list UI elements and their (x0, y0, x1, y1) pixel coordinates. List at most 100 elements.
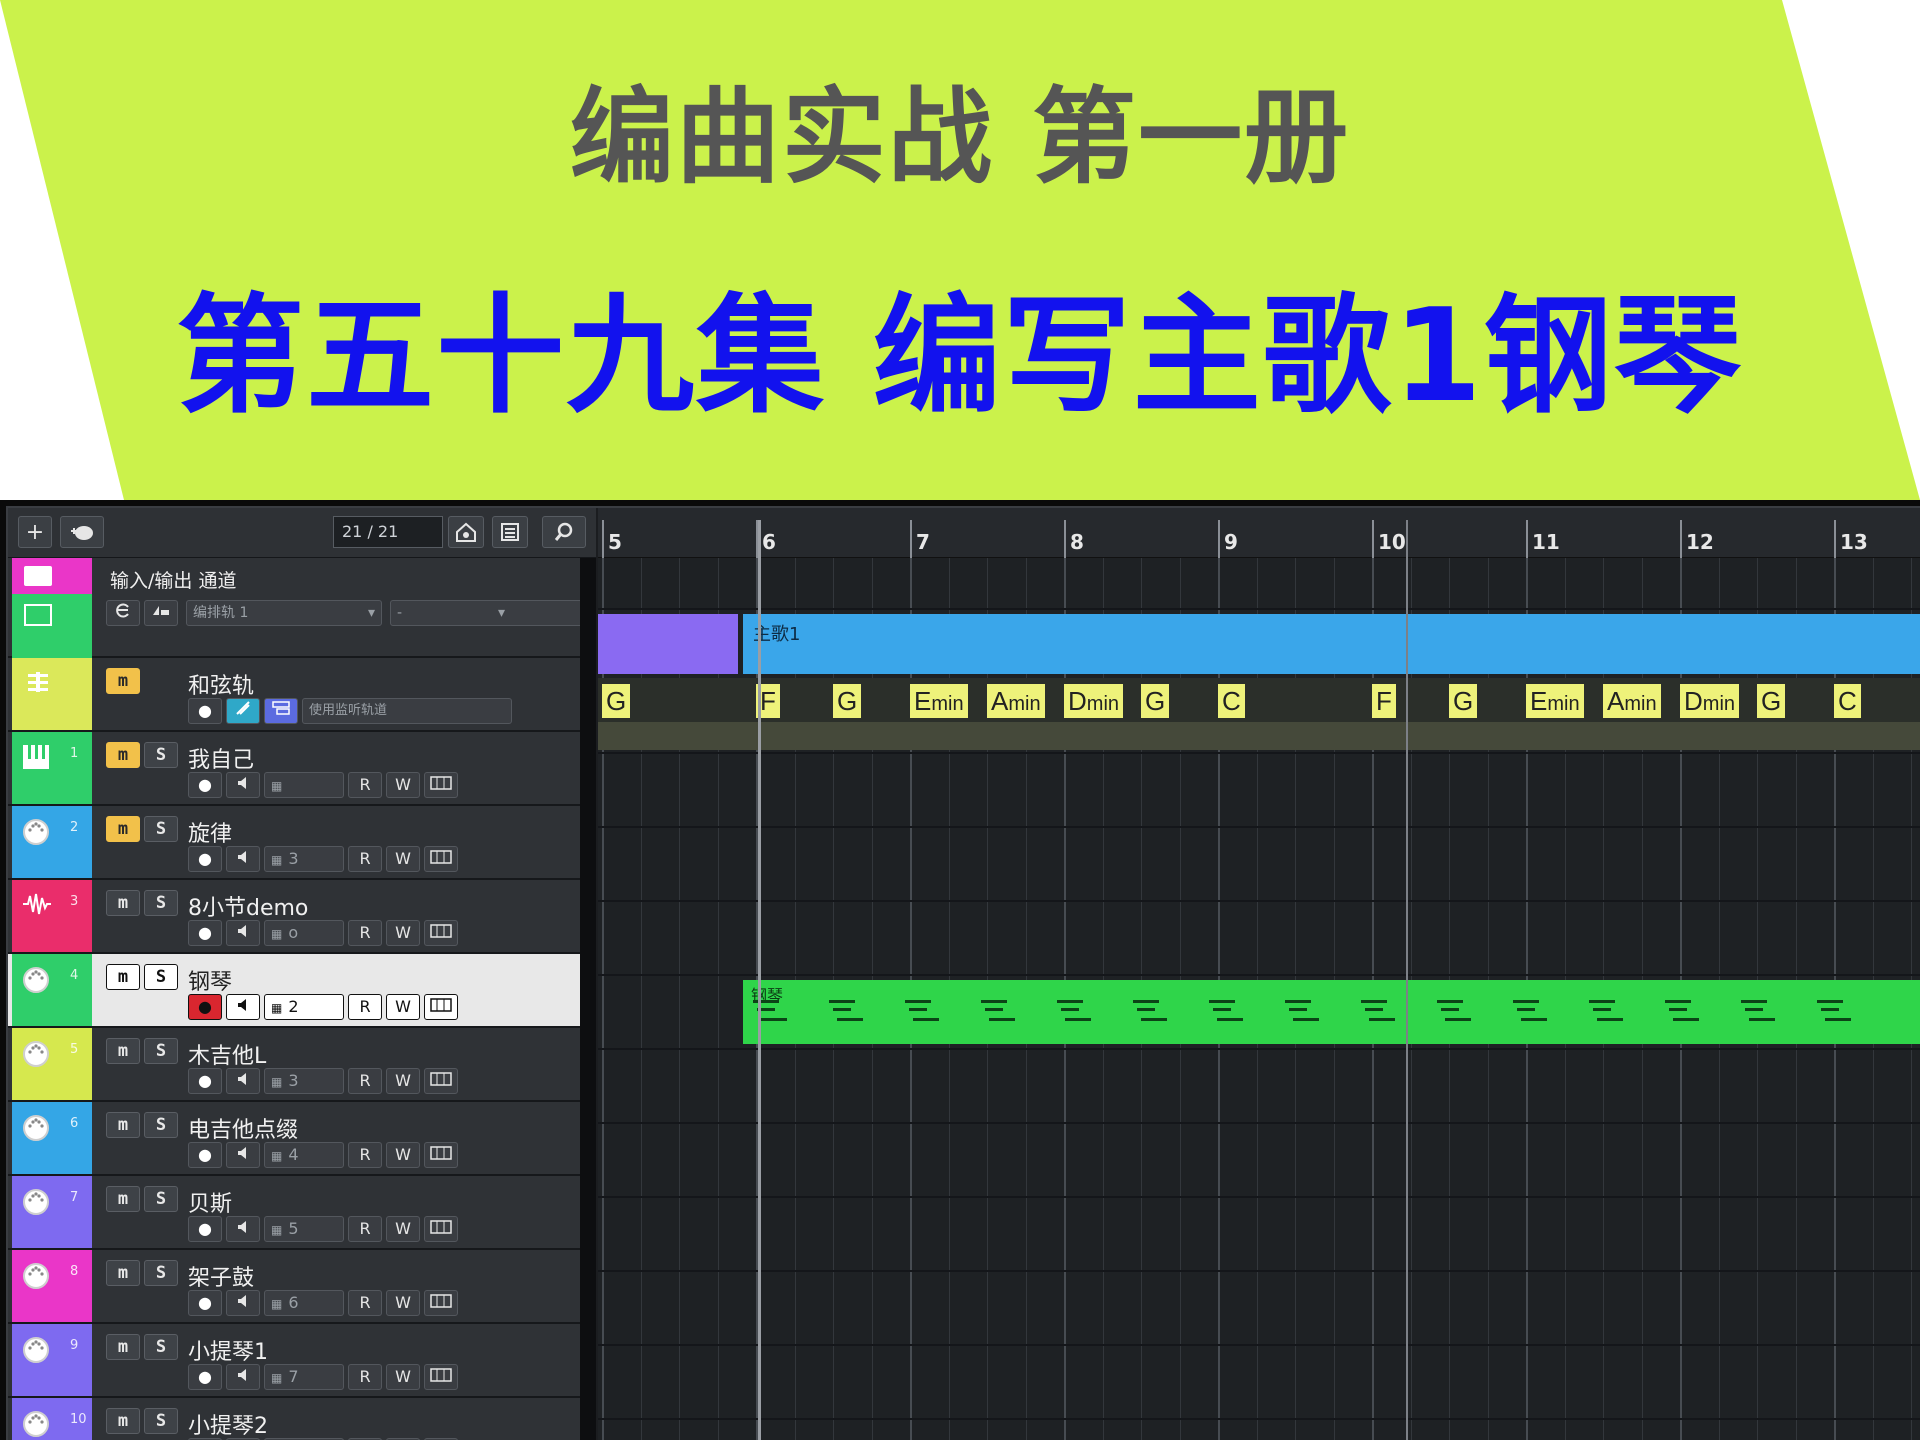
input-select[interactable]: 编排轨 1 ▾ (186, 600, 382, 626)
read-automation-button[interactable]: R (348, 1068, 382, 1094)
write-automation-button[interactable]: W (386, 920, 420, 946)
editor-button[interactable] (424, 772, 458, 798)
voicing-button[interactable] (226, 698, 260, 724)
monitor-button[interactable] (226, 1068, 260, 1094)
search-button[interactable] (542, 516, 586, 548)
mute-button[interactable]: m (106, 1260, 140, 1286)
channel-select[interactable]: ▦ (264, 772, 344, 798)
write-automation-button[interactable]: W (386, 772, 420, 798)
record-enable-button[interactable]: ● (188, 698, 222, 724)
write-automation-button[interactable]: W (386, 1290, 420, 1316)
solo-button[interactable]: S (144, 1186, 178, 1212)
channel-select[interactable]: ▦ 3 (264, 846, 344, 872)
mute-button[interactable]: m (106, 1334, 140, 1360)
chord-event[interactable]: G (602, 684, 631, 718)
monitor-button[interactable] (226, 920, 260, 946)
solo-button[interactable]: S (144, 742, 178, 768)
write-automation-button[interactable]: W (386, 994, 420, 1020)
chord-event[interactable]: G (1757, 684, 1786, 718)
piano-midi-part[interactable]: 钢琴 (743, 980, 1920, 1044)
solo-button[interactable]: S (144, 1334, 178, 1360)
record-enable-button[interactable]: ● (188, 920, 222, 946)
monitor-button[interactable] (226, 846, 260, 872)
write-automation-button[interactable]: W (386, 1068, 420, 1094)
mute-button[interactable]: m (106, 742, 140, 768)
chord-event[interactable]: Dmin (1064, 684, 1124, 718)
read-automation-button[interactable]: R (348, 1216, 382, 1242)
chord-event[interactable]: Emin (910, 684, 968, 718)
chord-event[interactable]: Emin (1526, 684, 1584, 718)
record-enable-button[interactable]: ● (188, 994, 222, 1020)
channel-select[interactable]: ▦ 5 (264, 1216, 344, 1242)
read-automation-button[interactable]: R (348, 846, 382, 872)
write-automation-button[interactable]: W (386, 1216, 420, 1242)
channel-select[interactable]: ▦ o (264, 920, 344, 946)
mute-button[interactable]: m (106, 1186, 140, 1212)
chord-event[interactable]: F (1372, 684, 1396, 718)
editor-button[interactable] (424, 846, 458, 872)
read-automation-button[interactable]: R (348, 1142, 382, 1168)
io-routing-button[interactable] (144, 600, 178, 626)
io-channels-folder-track[interactable]: 输入/输出 通道 编排轨 1 ▾ - ▾ (8, 558, 596, 658)
verse-arranger-event[interactable]: 主歌1 (743, 614, 1920, 674)
io-edit-button[interactable] (106, 600, 140, 626)
monitor-button[interactable] (226, 772, 260, 798)
track-row[interactable]: 2 m S 旋律 ● ▦ 3 R W (8, 806, 596, 880)
monitor-button[interactable] (226, 1216, 260, 1242)
track-row[interactable]: 6 m S 电吉他点缀 ● ▦ 4 R W (8, 1102, 596, 1176)
track-row[interactable]: 3 m S 8小节demo ● ▦ o R W (8, 880, 596, 954)
project-cursor[interactable] (758, 520, 761, 1440)
read-automation-button[interactable]: R (348, 1290, 382, 1316)
add-track-button[interactable]: + (18, 516, 52, 548)
track-row[interactable]: 9 m S 小提琴1 ● ▦ 7 R W (8, 1324, 596, 1398)
read-automation-button[interactable]: R (348, 1364, 382, 1390)
record-enable-button[interactable]: ● (188, 1068, 222, 1094)
track-row[interactable]: 5 m S 木吉他L ● ▦ 3 R W (8, 1028, 596, 1102)
channel-select[interactable]: ▦ 6 (264, 1290, 344, 1316)
track-list-scrollbar[interactable] (580, 558, 596, 1440)
mute-button[interactable]: m (106, 1038, 140, 1064)
write-automation-button[interactable]: W (386, 1142, 420, 1168)
solo-button[interactable]: S (144, 1038, 178, 1064)
chord-assistant-button[interactable] (264, 698, 298, 724)
record-enable-button[interactable]: ● (188, 1290, 222, 1316)
mute-button[interactable]: m (106, 890, 140, 916)
editor-button[interactable] (424, 994, 458, 1020)
write-automation-button[interactable]: W (386, 846, 420, 872)
mute-button[interactable]: m (106, 1112, 140, 1138)
channel-select[interactable]: ▦ 4 (264, 1142, 344, 1168)
track-row[interactable]: 8 m S 架子鼓 ● ▦ 6 R W (8, 1250, 596, 1324)
monitor-button[interactable] (226, 994, 260, 1020)
track-list-menu-button[interactable] (492, 516, 528, 548)
chord-event[interactable]: G (1141, 684, 1170, 718)
visibility-agents-button[interactable] (448, 516, 484, 548)
chord-event[interactable]: C (1218, 684, 1245, 718)
mute-button[interactable]: m (106, 964, 140, 990)
chord-event[interactable]: G (1449, 684, 1478, 718)
solo-button[interactable]: S (144, 964, 178, 990)
channel-select[interactable]: ▦ 2 (264, 994, 344, 1020)
write-automation-button[interactable]: W (386, 1364, 420, 1390)
channel-select[interactable]: ▦ 7 (264, 1364, 344, 1390)
previous-arranger-event[interactable] (598, 614, 738, 674)
mute-button[interactable]: m (106, 1408, 140, 1434)
read-automation-button[interactable]: R (348, 772, 382, 798)
bar-ruler[interactable]: 5 6 7 8 9 10 11 12 13 (598, 508, 1920, 558)
mute-button[interactable]: m (106, 816, 140, 842)
arrange-area[interactable]: 5 6 7 8 9 10 11 12 13 主歌1 G F G Emin Amin Dmin G C F G Emi… (598, 508, 1920, 1440)
monitor-button[interactable] (226, 1290, 260, 1316)
chord-track[interactable]: m 和弦轨 ● 使用监听轨道 (8, 658, 596, 732)
editor-button[interactable] (424, 1364, 458, 1390)
track-row[interactable]: 4 m S 钢琴 ● ▦ 2 R W (8, 954, 596, 1028)
track-row[interactable]: 7 m S 贝斯 ● ▦ 5 R W (8, 1176, 596, 1250)
channel-select[interactable]: ▦ 3 (264, 1068, 344, 1094)
editor-button[interactable] (424, 1142, 458, 1168)
monitor-button[interactable] (226, 1142, 260, 1168)
solo-button[interactable]: S (144, 1408, 178, 1434)
editor-button[interactable] (424, 1216, 458, 1242)
output-select[interactable]: - ▾ (390, 600, 586, 626)
chord-event[interactable]: C (1834, 684, 1861, 718)
chord-track-mute-button[interactable]: m (106, 668, 140, 694)
chord-event[interactable]: Amin (987, 684, 1045, 718)
record-enable-button[interactable]: ● (188, 1142, 222, 1168)
